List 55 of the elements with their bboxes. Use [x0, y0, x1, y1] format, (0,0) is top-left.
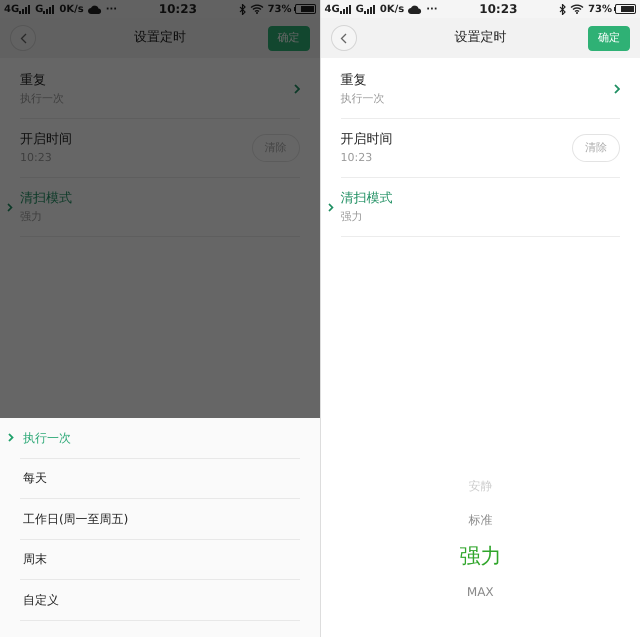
- wifi-icon: [570, 4, 584, 14]
- setting-value: 10:23: [340, 150, 374, 166]
- more-label: ···: [426, 2, 438, 16]
- battery-icon: [614, 4, 636, 14]
- back-button[interactable]: [10, 25, 36, 51]
- setting-value: 执行一次: [340, 90, 384, 106]
- confirm-button[interactable]: 确定: [268, 26, 310, 50]
- signal-icon: [340, 4, 352, 14]
- more-label: ···: [106, 2, 118, 16]
- network-label: 4G: [324, 2, 340, 16]
- setting-value: 强力: [340, 208, 364, 224]
- network-label: G: [35, 2, 44, 16]
- repeat-option[interactable]: 周末: [8, 540, 300, 579]
- mode-option[interactable]: 标准: [468, 503, 492, 537]
- setting-title: 清扫模式: [340, 190, 392, 208]
- wifi-icon: [250, 4, 264, 14]
- chevron-right-icon: [7, 202, 13, 212]
- battery-label: 73%: [588, 2, 612, 16]
- clear-button[interactable]: 清除: [572, 134, 620, 162]
- repeat-option[interactable]: 工作日(周一至周五): [8, 499, 300, 538]
- chevron-right-icon[interactable]: [294, 84, 300, 94]
- setting-title: 开启时间: [20, 131, 72, 149]
- chevron-right-icon[interactable]: [614, 84, 620, 94]
- back-button[interactable]: [330, 25, 356, 51]
- cloud-icon: [408, 4, 422, 14]
- signal-icon: [364, 4, 376, 14]
- battery-icon: [294, 4, 316, 14]
- speed-label: 0K/s: [380, 2, 404, 16]
- battery-label: 73%: [268, 2, 292, 16]
- setting-title: 清扫模式: [20, 190, 72, 208]
- chevron-left-icon: [340, 32, 347, 44]
- network-label: G: [356, 2, 364, 16]
- speed-label: 0K/s: [59, 2, 84, 16]
- repeat-option[interactable]: 执行一次: [8, 418, 300, 458]
- setting-title: 重复: [20, 72, 47, 90]
- chevron-left-icon: [20, 32, 26, 44]
- bluetooth-icon: [559, 4, 566, 14]
- page-title: 设置定时: [134, 29, 186, 48]
- signal-icon: [19, 4, 32, 14]
- mode-option[interactable]: MAX: [466, 575, 494, 609]
- confirm-button[interactable]: 确定: [588, 26, 630, 50]
- page-title: 设置定时: [454, 29, 506, 48]
- bluetooth-icon: [238, 4, 246, 14]
- network-label: 4G: [4, 2, 20, 16]
- setting-title: 重复: [340, 72, 368, 90]
- clock-label: 10:23: [479, 1, 518, 18]
- repeat-option[interactable]: 每天: [8, 458, 300, 498]
- signal-icon: [43, 4, 56, 14]
- chevron-right-icon: [328, 202, 334, 212]
- setting-title: 开启时间: [340, 131, 392, 149]
- repeat-option[interactable]: 自定义: [8, 580, 300, 620]
- mode-option[interactable]: 强力: [459, 537, 502, 575]
- clock-label: 10:23: [158, 1, 197, 18]
- cloud-icon: [88, 4, 102, 14]
- chevron-right-icon: [8, 433, 14, 442]
